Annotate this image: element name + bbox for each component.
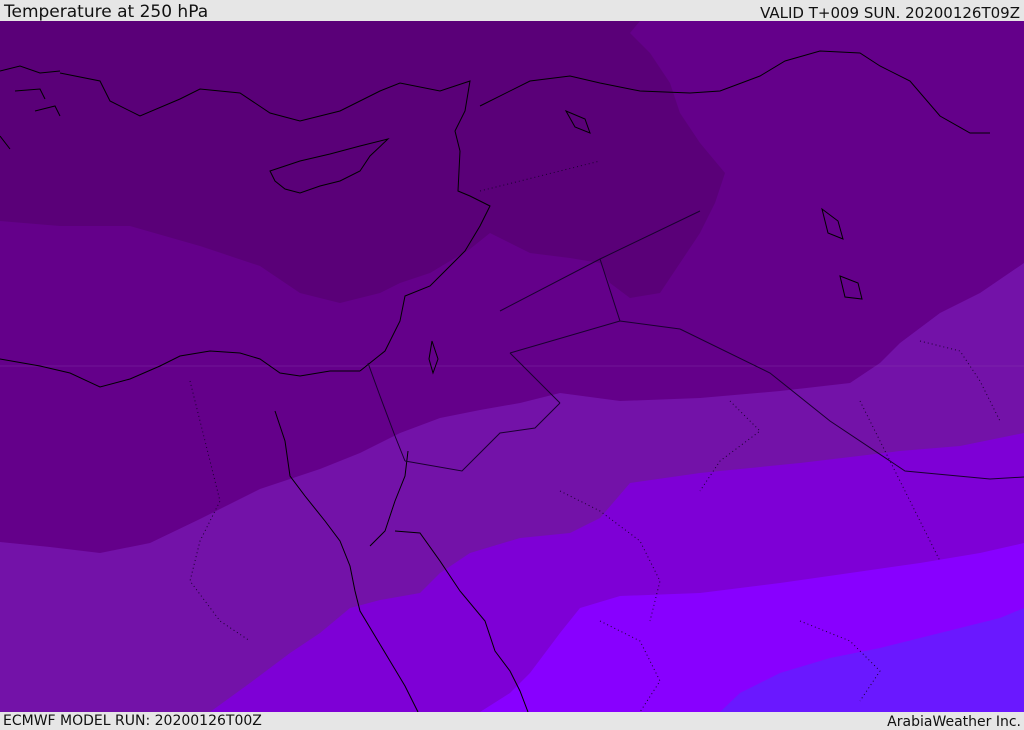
map-canvas bbox=[0, 21, 1024, 712]
temperature-map[interactable] bbox=[0, 21, 1024, 712]
map-title: Temperature at 250 hPa bbox=[4, 2, 209, 22]
valid-time-label: VALID T+009 SUN. 20200126T09Z bbox=[760, 4, 1020, 22]
credit-label: ArabiaWeather Inc. bbox=[887, 714, 1021, 730]
header-bar: Temperature at 250 hPa VALID T+009 SUN. … bbox=[0, 0, 1024, 21]
footer-bar: ECMWF MODEL RUN: 20200126T00Z ArabiaWeat… bbox=[0, 712, 1024, 730]
model-run-label: ECMWF MODEL RUN: 20200126T00Z bbox=[3, 713, 262, 729]
